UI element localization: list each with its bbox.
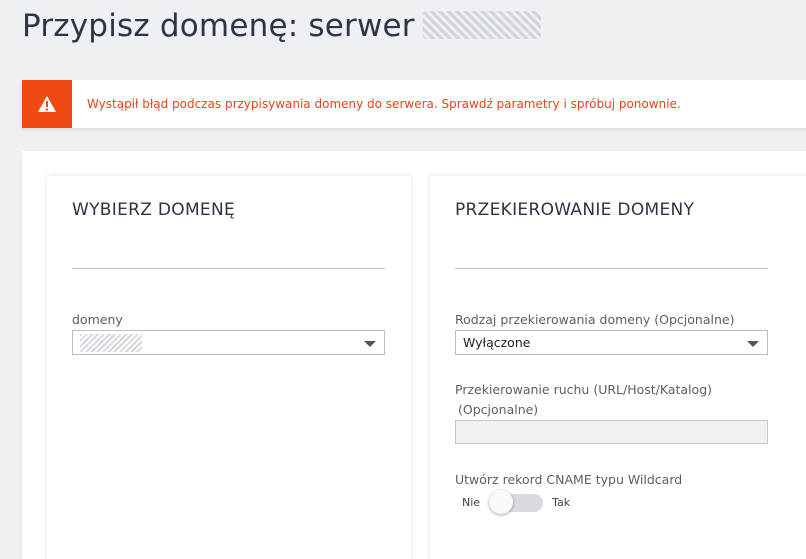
chevron-down-icon (747, 341, 759, 347)
traffic-label-line1: Przekierowanie ruchu (URL/Host/Katalog) (455, 382, 713, 397)
domain-panel-title: WYBIERZ DOMENĘ (72, 200, 236, 220)
traffic-label-line2: (Opcjonalne) (458, 402, 539, 417)
chevron-down-icon (364, 341, 376, 347)
domain-value-redacted (80, 333, 142, 352)
server-name-redacted (422, 10, 541, 39)
alert-message: Wystąpił błąd podczas przypisywania dome… (87, 97, 681, 111)
domain-select[interactable] (72, 330, 385, 355)
redirect-type-value: Wyłączone (463, 335, 531, 350)
error-alert: Wystąpił błąd podczas przypisywania dome… (22, 80, 806, 128)
toggle-on-label: Tak (552, 495, 571, 509)
traffic-redirect-input[interactable] (455, 420, 768, 444)
page-title: Przypisz domenę: serwer (22, 8, 541, 44)
redirect-type-label: Rodzaj przekierowania domeny (Opcjonalne… (455, 312, 735, 327)
warning-triangle-icon (38, 96, 56, 112)
divider (455, 268, 768, 269)
wildcard-toggle-row: Nie Tak (462, 490, 571, 514)
domain-label: domeny (72, 312, 123, 327)
redirect-panel: PRZEKIEROWANIE DOMENY Rodzaj przekierowa… (430, 176, 806, 559)
toggle-off-label: Nie (462, 495, 481, 509)
alert-icon-box (22, 80, 72, 128)
redirect-type-select[interactable]: Wyłączone (455, 330, 768, 355)
domain-panel: WYBIERZ DOMENĘ domeny (47, 176, 411, 559)
page-title-text: Przypisz domenę: serwer (22, 8, 415, 44)
wildcard-toggle[interactable] (489, 490, 544, 514)
redirect-panel-title: PRZEKIEROWANIE DOMENY (455, 200, 695, 220)
toggle-knob[interactable] (489, 490, 514, 514)
divider (72, 268, 385, 269)
wildcard-label: Utwórz rekord CNAME typu Wildcard (455, 472, 683, 487)
